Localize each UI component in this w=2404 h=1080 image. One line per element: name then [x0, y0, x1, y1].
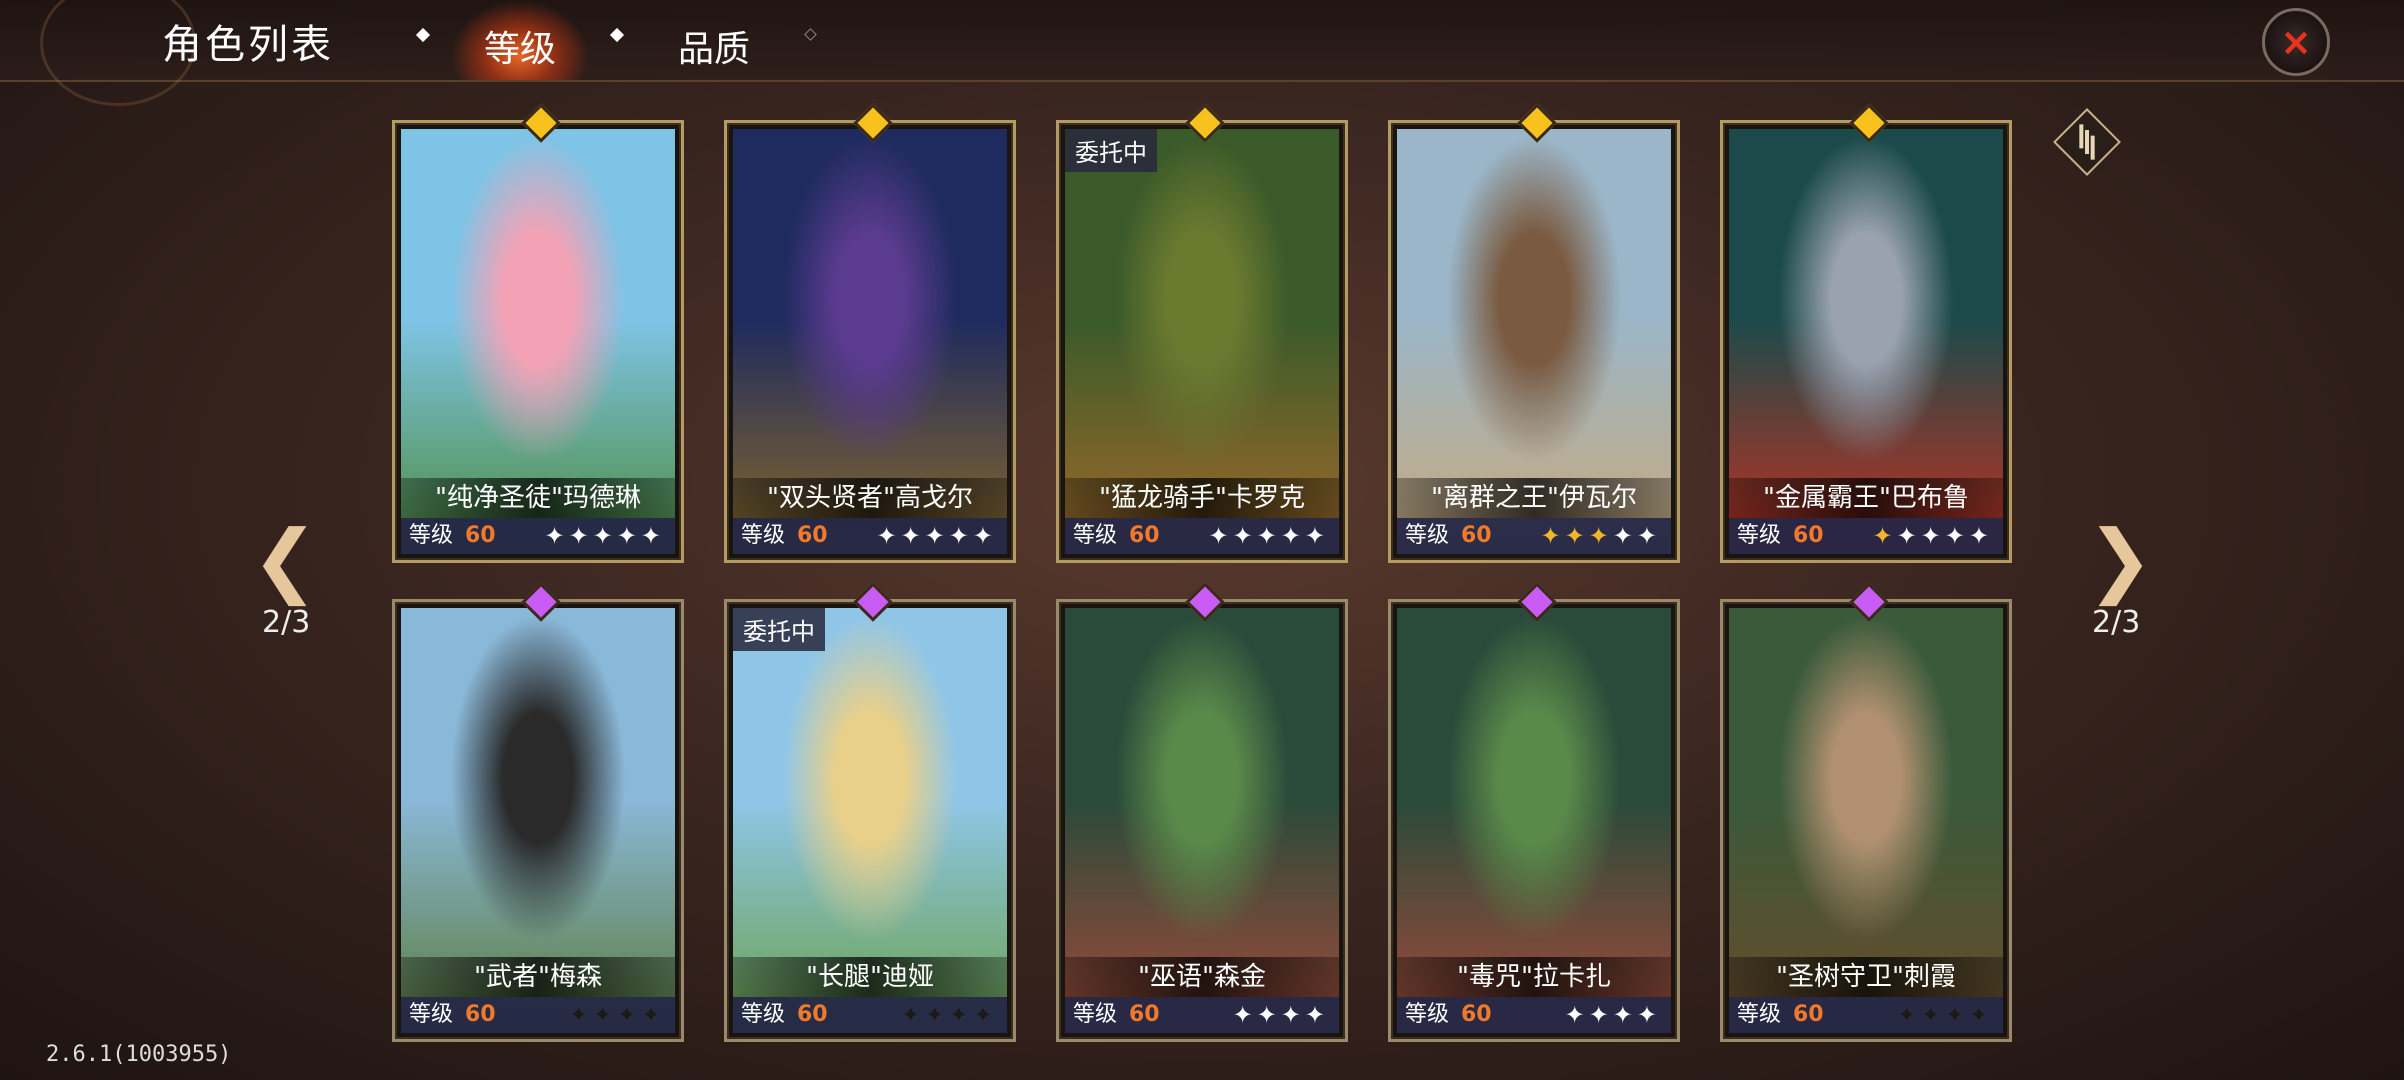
- level-bar: 等级 60 ✦✦✦✦✦: [1729, 518, 2003, 554]
- level-bar: 等级 60 ✦✦✦✦: [1397, 997, 1671, 1033]
- page-indicator-right: 2/3: [2092, 605, 2141, 640]
- character-card[interactable]: "双头贤者"高戈尔等级 60 ✦✦✦✦✦: [724, 103, 1016, 563]
- character-card[interactable]: "离群之王"伊瓦尔 等级 60 ✦✦✦✦✦: [1388, 103, 1680, 563]
- level-value: 60: [797, 523, 828, 548]
- tab-level[interactable]: 等级: [470, 20, 570, 72]
- star-rating: ✦✦✦✦✦: [1208, 522, 1329, 550]
- level-bar: 等级 60 ✦✦✦✦✦: [1065, 518, 1339, 554]
- list-view-icon[interactable]: [2053, 108, 2121, 176]
- level-bar: 等级 60 ✦✦✦✦: [733, 997, 1007, 1033]
- star-rating: ✦✦✦✦: [1232, 1001, 1329, 1029]
- character-grid: "纯净圣徒"玛德琳 等级 60 ✦✦✦✦✦ "双头贤者"高戈尔 等级 60 ✦✦✦✦✦ 委托中 "…: [392, 103, 2016, 1050]
- level-bar: 等级 60 ✦✦✦✦✦: [733, 518, 1007, 554]
- character-name: "猛龙骑手"卡罗克: [1065, 478, 1339, 518]
- level-bar: 等级 60 ✦✦✦✦✦: [401, 518, 675, 554]
- character-card[interactable]: 委托中 "猛龙骑手"卡罗克等级 60 ✦✦✦✦✦: [1056, 103, 1348, 563]
- level-value: 60: [1129, 1002, 1160, 1027]
- character-name: "双头贤者"高戈尔: [733, 478, 1007, 518]
- close-button[interactable]: ×: [2262, 8, 2330, 76]
- star-icon: ✦: [1564, 522, 1589, 550]
- level-value: 60: [1793, 1002, 1824, 1027]
- star-icon: ✦: [1612, 522, 1637, 550]
- character-name: "武者"梅森: [401, 957, 675, 997]
- star-icon: ✦: [1920, 522, 1945, 550]
- star-icon: ✦: [1588, 522, 1613, 550]
- character-card[interactable]: "金属霸王"巴布鲁 等级 60 ✦✦✦✦✦: [1720, 103, 2012, 563]
- level-label: 等级: [1737, 1002, 1782, 1027]
- level-label: 等级: [1073, 523, 1118, 548]
- star-rating: ✦✦✦✦: [900, 1001, 997, 1029]
- star-icon: ✦: [1944, 522, 1969, 550]
- character-name: "毒咒"拉卡扎: [1397, 957, 1671, 997]
- next-page-arrow-icon[interactable]: ❯: [2080, 520, 2160, 600]
- character-name: "巫语"森金: [1065, 957, 1339, 997]
- character-name: "圣树守卫"刺霞: [1729, 957, 2003, 997]
- level-value: 60: [465, 523, 496, 548]
- tab-separator-icon: [609, 27, 625, 43]
- top-bar: 角色列表 等级 品质 ×: [0, 0, 2404, 106]
- character-card[interactable]: "圣树守卫"刺霞等级 60 ✦✦✦✦: [1720, 582, 2012, 1042]
- commission-badge: 委托中: [1065, 129, 1157, 172]
- level-bar: 等级 60 ✦✦✦✦: [401, 997, 675, 1033]
- level-label: 等级: [1737, 523, 1782, 548]
- character-name: "离群之王"伊瓦尔: [1397, 478, 1671, 518]
- character-name: "长腿"迪娅: [733, 957, 1007, 997]
- star-icon: ✦: [1896, 522, 1921, 550]
- tab-separator-icon: [804, 28, 817, 41]
- character-card[interactable]: "毒咒"拉卡扎等级 60 ✦✦✦✦: [1388, 582, 1680, 1042]
- level-bar: 等级 60 ✦✦✦✦: [1729, 997, 2003, 1033]
- level-label: 等级: [741, 523, 786, 548]
- level-label: 等级: [1405, 1002, 1450, 1027]
- level-value: 60: [1461, 523, 1492, 548]
- level-label: 等级: [741, 1002, 786, 1027]
- star-rating: ✦✦✦✦: [1564, 1001, 1661, 1029]
- star-icon: ✦: [1872, 522, 1897, 550]
- character-card[interactable]: "巫语"森金等级 60 ✦✦✦✦: [1056, 582, 1348, 1042]
- star-rating: ✦✦✦✦: [568, 1001, 665, 1029]
- level-value: 60: [465, 1002, 496, 1027]
- level-value: 60: [1461, 1002, 1492, 1027]
- tab-separator-icon: [415, 27, 431, 43]
- prev-page-arrow-icon[interactable]: ❮: [245, 520, 325, 600]
- character-name: "金属霸王"巴布鲁: [1729, 478, 2003, 518]
- version-label: 2.6.1(1003955): [46, 1042, 232, 1067]
- level-label: 等级: [1405, 523, 1450, 548]
- page-indicator-left: 2/3: [262, 605, 311, 640]
- level-value: 60: [1129, 523, 1160, 548]
- level-label: 等级: [409, 523, 454, 548]
- character-card[interactable]: "武者"梅森等级 60 ✦✦✦✦: [392, 582, 684, 1042]
- character-card[interactable]: "纯净圣徒"玛德琳等级 60 ✦✦✦✦✦: [392, 103, 684, 563]
- level-value: 60: [797, 1002, 828, 1027]
- page-title: 角色列表: [162, 22, 334, 68]
- level-value: 60: [1793, 523, 1824, 548]
- star-rating: ✦✦✦✦✦: [1540, 518, 1661, 554]
- level-label: 等级: [409, 1002, 454, 1027]
- level-bar: 等级 60 ✦✦✦✦: [1065, 997, 1339, 1033]
- level-label: 等级: [1073, 1002, 1118, 1027]
- star-icon: ✦: [1636, 522, 1661, 550]
- commission-badge: 委托中: [733, 608, 825, 651]
- star-rating: ✦✦✦✦✦: [544, 522, 665, 550]
- character-name: "纯净圣徒"玛德琳: [401, 478, 675, 518]
- star-rating: ✦✦✦✦✦: [1872, 518, 1993, 554]
- star-icon: ✦: [1540, 522, 1565, 550]
- star-rating: ✦✦✦✦: [1896, 1001, 1993, 1029]
- character-card[interactable]: 委托中 "长腿"迪娅等级 60 ✦✦✦✦: [724, 582, 1016, 1042]
- star-icon: ✦: [1968, 522, 1993, 550]
- level-bar: 等级 60 ✦✦✦✦✦: [1397, 518, 1671, 554]
- close-icon: ×: [2280, 20, 2312, 64]
- star-rating: ✦✦✦✦✦: [876, 522, 997, 550]
- tab-quality[interactable]: 品质: [678, 20, 750, 72]
